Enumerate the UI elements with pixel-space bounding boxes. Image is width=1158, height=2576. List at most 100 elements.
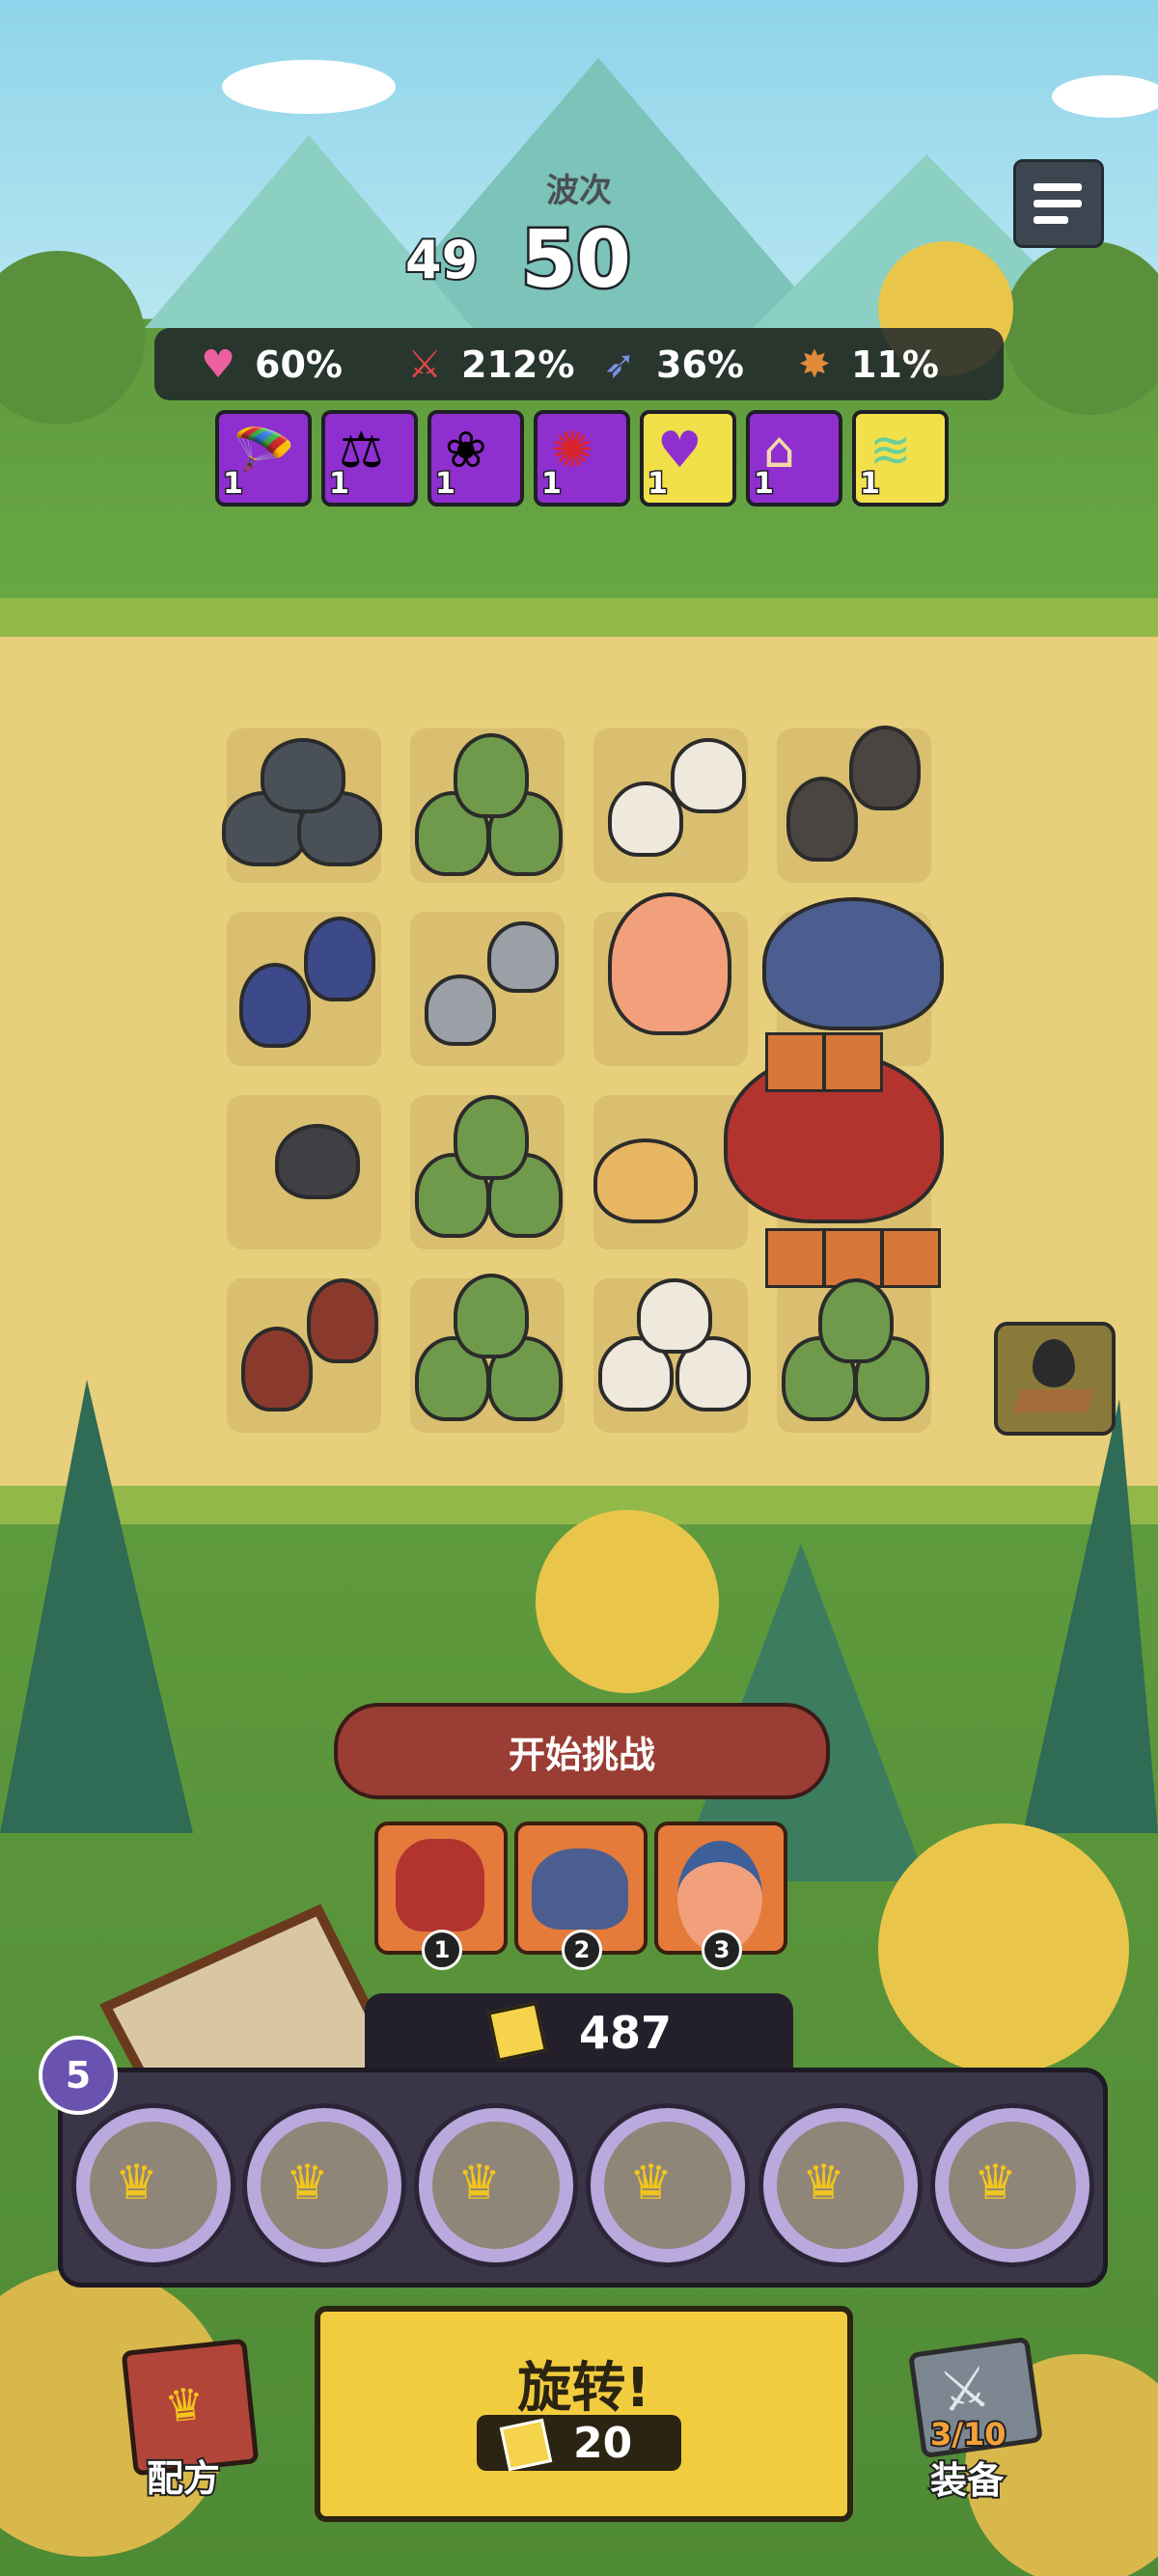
mummy-unit[interactable] [671, 738, 746, 813]
claw-item-icon [881, 1228, 941, 1288]
buff-count: 1 [222, 466, 245, 503]
buff-blood-splash[interactable]: ✺ 1 [534, 410, 630, 507]
badger-unit[interactable] [275, 1124, 360, 1199]
spin-cost: 20 [477, 2415, 681, 2472]
buff-crowd[interactable]: ❀ 1 [427, 410, 524, 507]
spin-label: 旋转! [517, 2357, 650, 2420]
ice-heart-item-icon [765, 1032, 825, 1092]
bandit-unit[interactable] [307, 1278, 378, 1363]
recipe-label: 配方 [145, 2455, 222, 2502]
player-level-badge: 5 [39, 2036, 118, 2115]
stats-bar: ♥ 60% ⚔ 212% ➶ 36% ✸ 11% [154, 328, 1004, 400]
order-number: 1 [422, 1930, 462, 1970]
stat-speed: ➶ 36% [596, 338, 744, 391]
mage-girl-hero[interactable] [608, 892, 731, 1035]
red-dragon-portrait [396, 1839, 484, 1932]
skull-pin-icon-base [1012, 1389, 1095, 1412]
buff-wind-swirl[interactable]: ≋ 1 [852, 410, 949, 507]
horn-item-icon [765, 1228, 825, 1288]
equipment-count: 3/10 [928, 2414, 1008, 2454]
buff-count: 1 [434, 466, 457, 503]
shield-sword-icon: ⚔ [935, 2353, 995, 2425]
menu-icon-bar [1034, 216, 1068, 224]
mummy-unit[interactable] [637, 1278, 712, 1354]
game-stage: 波次 49 50 ♥ 60% ⚔ 212% ➶ 36% ✸ 11% 🪂 1 ⚖ … [0, 0, 1158, 2576]
buff-count: 1 [753, 466, 776, 503]
archer-unit[interactable] [454, 1095, 529, 1180]
grass-border [0, 598, 1158, 637]
order-number: 2 [562, 1930, 602, 1970]
gold-icon [487, 2002, 547, 2062]
upcoming-boss-card[interactable]: 2 [514, 1822, 648, 1970]
crown-icon: ♛ [286, 2154, 329, 2210]
buff-count: 1 [647, 466, 670, 503]
shark-boss[interactable] [762, 897, 944, 1030]
upcoming-boss-card[interactable]: 3 [654, 1822, 787, 1970]
upcoming-boss-card[interactable]: 1 [374, 1822, 508, 1970]
menu-icon-bar [1034, 200, 1082, 207]
current-wave-number: 50 [518, 212, 633, 309]
heart-icon: ♥ [201, 342, 235, 387]
start-challenge-button[interactable]: 开始挑战 [334, 1703, 830, 1799]
hero-slot[interactable]: ♛ [930, 2103, 1094, 2267]
enemy-spawn-button[interactable] [994, 1322, 1116, 1436]
burst-icon: ✸ [798, 342, 831, 387]
tree [0, 251, 145, 425]
tank-unit[interactable] [261, 738, 345, 813]
hero-slot[interactable]: ♛ [586, 2103, 750, 2267]
blob-unit[interactable] [304, 917, 375, 1001]
crown-icon: ♛ [802, 2154, 845, 2210]
buff-parachute-crate[interactable]: 🪂 1 [215, 410, 312, 507]
grass-border [0, 1486, 1158, 1524]
equipment-label: 装备 [928, 2457, 1006, 2504]
turret-unit[interactable] [786, 777, 858, 862]
robot-unit[interactable] [487, 921, 559, 993]
stat-value: 11% [851, 343, 939, 386]
stat-health: ♥ 60% [195, 338, 343, 391]
gold-amount: 487 [579, 2007, 673, 2059]
cloud [1052, 75, 1158, 118]
buff-burst-heart[interactable]: ♥ 1 [640, 410, 736, 507]
crown-icon: ♛ [629, 2154, 673, 2210]
order-number: 3 [702, 1930, 742, 1970]
menu-icon [1034, 183, 1082, 191]
buff-scales[interactable]: ⚖ 1 [321, 410, 418, 507]
bandit-unit[interactable] [241, 1327, 313, 1411]
archer-unit[interactable] [454, 1274, 529, 1358]
crown-icon: ♛ [115, 2154, 158, 2210]
stat-value: 36% [656, 343, 744, 386]
skull-pin-icon [1033, 1339, 1075, 1387]
stat-crit: ✸ 11% [791, 338, 939, 391]
crown-icon: ♛ [457, 2154, 501, 2210]
wave-label: 波次 [546, 172, 612, 210]
menu-button[interactable] [1013, 159, 1104, 248]
tiger-unit[interactable] [593, 1138, 698, 1223]
turret-unit[interactable] [849, 726, 921, 810]
spin-cost-value: 20 [573, 2419, 633, 2468]
buff-count: 1 [859, 466, 882, 503]
boot-icon: ➶ [603, 342, 636, 387]
buff-house[interactable]: ⌂ 1 [746, 410, 842, 507]
hero-slot[interactable]: ♛ [414, 2103, 578, 2267]
hero-slot[interactable]: ♛ [758, 2103, 923, 2267]
cloud [222, 60, 396, 114]
archer-unit[interactable] [818, 1278, 894, 1363]
pine-tree [0, 1380, 193, 1833]
buff-count: 1 [328, 466, 351, 503]
sword-icon: ⚔ [407, 342, 442, 387]
buff-count: 1 [540, 466, 564, 503]
pine-tree [1023, 1399, 1158, 1833]
archer-unit[interactable] [454, 733, 529, 818]
blob-unit[interactable] [239, 963, 311, 1048]
recipe-book-icon: ♛ [162, 2376, 207, 2433]
shark-portrait [532, 1849, 628, 1930]
hero-slot[interactable]: ♛ [71, 2103, 235, 2267]
stat-value: 212% [461, 343, 575, 386]
stat-attack: ⚔ 212% [401, 338, 574, 391]
robot-unit[interactable] [425, 974, 496, 1046]
previous-wave-number: 49 [403, 228, 480, 292]
bush [536, 1510, 719, 1693]
hero-slot[interactable]: ♛ [242, 2103, 406, 2267]
stat-value: 60% [255, 343, 343, 386]
gold-icon [499, 2418, 553, 2472]
